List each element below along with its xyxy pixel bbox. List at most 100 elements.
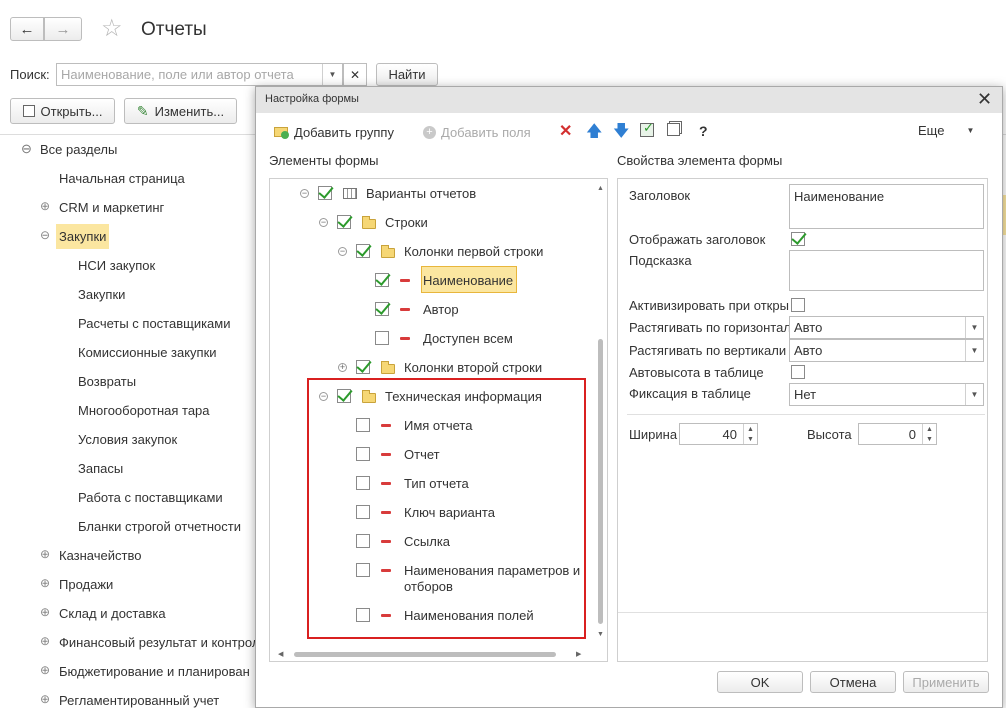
section-subitem[interactable]: Работа с поставщиками: [78, 490, 223, 505]
check-all-icon[interactable]: ✓: [640, 120, 654, 137]
help-button[interactable]: ?: [699, 123, 708, 139]
section-subitem[interactable]: Запасы: [78, 461, 123, 476]
collapse-icon[interactable]: −: [319, 392, 328, 401]
back-button[interactable]: ←: [10, 17, 44, 41]
checkbox[interactable]: [356, 534, 370, 548]
tree-item-label[interactable]: Ссылка: [404, 534, 450, 549]
autoheight-checkbox[interactable]: [791, 365, 805, 379]
collapse-icon[interactable]: −: [300, 189, 309, 198]
vertical-scrollbar[interactable]: ▲ ▼: [594, 179, 607, 649]
clear-search-button[interactable]: ✕: [343, 63, 367, 86]
tree-item-label[interactable]: Тип отчета: [404, 476, 469, 491]
section-subitem[interactable]: Условия закупок: [78, 432, 177, 447]
tree-item-label[interactable]: Ключ варианта: [404, 505, 495, 520]
section-subitem[interactable]: Возвраты: [78, 374, 136, 389]
activate-checkbox[interactable]: [791, 298, 805, 312]
section-item[interactable]: Продажи: [59, 577, 113, 592]
collapse-icon[interactable]: −: [338, 247, 347, 256]
search-input[interactable]: Наименование, поле или автор отчета ▼: [56, 63, 343, 86]
section-subitem[interactable]: НСИ закупок: [78, 258, 155, 273]
dialog-titlebar[interactable]: Настройка формы ✕: [256, 87, 1002, 113]
tree-item-label[interactable]: Доступен всем: [423, 331, 513, 346]
scroll-up-icon[interactable]: ▲: [597, 185, 604, 192]
section-subitem[interactable]: Многооборотная тара: [78, 403, 210, 418]
show-caption-checkbox[interactable]: [791, 232, 805, 246]
section-item[interactable]: Закупки: [59, 229, 106, 244]
edit-button[interactable]: ✎ Изменить...: [124, 98, 237, 124]
section-item[interactable]: Бюджетирование и планирован: [59, 664, 250, 679]
tree-item-label-continued[interactable]: отборов: [404, 579, 453, 594]
section-item[interactable]: Финансовый результат и контрол: [59, 635, 259, 650]
uncheck-all-icon[interactable]: [667, 123, 680, 136]
expand-icon[interactable]: ⊕: [40, 199, 50, 213]
section-all[interactable]: Все разделы: [40, 142, 117, 157]
scroll-right-icon[interactable]: ▶: [576, 650, 581, 658]
close-icon[interactable]: ✕: [977, 89, 992, 110]
section-item[interactable]: Начальная страница: [59, 171, 185, 186]
stretch-h-select[interactable]: Авто ▼: [789, 316, 984, 339]
checkbox[interactable]: [356, 244, 370, 258]
cancel-button[interactable]: Отмена: [810, 671, 896, 693]
tree-item-label[interactable]: Отчет: [404, 447, 440, 462]
chevron-down-icon[interactable]: ▼: [965, 384, 983, 405]
move-down-icon[interactable]: 🡇: [613, 120, 629, 147]
tree-item-label[interactable]: Строки: [385, 215, 428, 230]
tree-item-label[interactable]: Колонки первой строки: [404, 244, 543, 259]
section-subitem[interactable]: Бланки строгой отчетности: [78, 519, 241, 534]
checkbox[interactable]: [356, 563, 370, 577]
tree-item-label[interactable]: Имя отчета: [404, 418, 472, 433]
expand-icon[interactable]: +: [338, 363, 347, 372]
stretch-v-select[interactable]: Авто ▼: [789, 339, 984, 362]
section-subitem[interactable]: Комиссионные закупки: [78, 345, 217, 360]
fix-select[interactable]: Нет ▼: [789, 383, 984, 406]
hint-field[interactable]: [789, 250, 984, 291]
expand-icon[interactable]: ⊕: [40, 547, 50, 561]
height-field[interactable]: 0 ▲ ▼: [858, 423, 937, 445]
checkbox[interactable]: [375, 273, 389, 287]
section-subitem[interactable]: Расчеты с поставщиками: [78, 316, 231, 331]
scroll-thumb[interactable]: [294, 652, 556, 657]
checkbox[interactable]: [337, 215, 351, 229]
collapse-icon[interactable]: −: [319, 218, 328, 227]
checkbox[interactable]: [337, 389, 351, 403]
checkbox[interactable]: [318, 186, 332, 200]
expand-icon[interactable]: ⊕: [40, 663, 50, 677]
collapse-icon[interactable]: ⊖: [40, 228, 50, 242]
tree-item-label[interactable]: Наименование: [423, 273, 513, 288]
chevron-down-icon[interactable]: ▼: [965, 340, 983, 361]
horizontal-scrollbar[interactable]: ◀ ▶: [270, 648, 594, 661]
scroll-down-icon[interactable]: ▼: [597, 631, 604, 638]
more-button[interactable]: Еще ▼: [918, 123, 974, 138]
checkbox[interactable]: [356, 360, 370, 374]
delete-icon[interactable]: ✕: [559, 121, 572, 141]
tree-item-label[interactable]: Варианты отчетов: [366, 186, 476, 201]
checkbox[interactable]: [356, 447, 370, 461]
section-item[interactable]: Казначейство: [59, 548, 141, 563]
checkbox[interactable]: [356, 608, 370, 622]
open-button[interactable]: Открыть...: [10, 98, 115, 124]
checkbox[interactable]: [356, 418, 370, 432]
chevron-down-icon[interactable]: ▼: [322, 64, 342, 85]
checkbox[interactable]: [356, 505, 370, 519]
add-group-button[interactable]: Добавить группу: [274, 122, 394, 142]
apply-button[interactable]: Применить: [903, 671, 989, 693]
tree-item-label[interactable]: Наименования параметров и: [404, 563, 580, 578]
width-field[interactable]: 40 ▲ ▼: [679, 423, 758, 445]
expand-icon[interactable]: ⊕: [40, 576, 50, 590]
section-item[interactable]: Регламентированный учет: [59, 693, 219, 708]
expand-icon[interactable]: ⊕: [40, 692, 50, 706]
section-item[interactable]: Склад и доставка: [59, 606, 166, 621]
section-subitem[interactable]: Закупки: [78, 287, 125, 302]
caption-field[interactable]: Наименование: [789, 184, 984, 229]
checkbox[interactable]: [375, 331, 389, 345]
checkbox[interactable]: [375, 302, 389, 316]
star-icon[interactable]: ☆: [101, 14, 123, 43]
move-up-icon[interactable]: 🡅: [586, 120, 602, 147]
chevron-down-icon[interactable]: ▼: [965, 317, 983, 338]
tree-item-label[interactable]: Колонки второй строки: [404, 360, 542, 375]
expand-icon[interactable]: ⊕: [40, 634, 50, 648]
scroll-left-icon[interactable]: ◀: [278, 650, 283, 658]
tree-item-label[interactable]: Техническая информация: [385, 389, 542, 404]
stepper-icon[interactable]: ▲ ▼: [743, 424, 757, 444]
section-item[interactable]: CRM и маркетинг: [59, 200, 164, 215]
